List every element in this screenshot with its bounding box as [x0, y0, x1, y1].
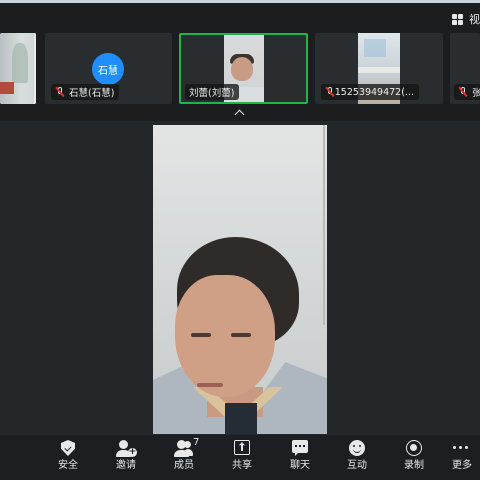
collapse-strip-chevron-up-icon[interactable]	[233, 108, 247, 118]
record-button[interactable]: 录制	[386, 439, 442, 479]
participant-name: 张	[472, 88, 480, 99]
participant-video	[0, 33, 36, 104]
top-bar: 视	[0, 3, 480, 31]
participant-tile-5[interactable]: 张	[450, 33, 480, 104]
view-layout-label: 视	[469, 13, 480, 26]
grid-view-icon	[452, 13, 463, 25]
mic-muted-icon	[325, 86, 335, 98]
meeting-toolbar: 安全 + 邀请 7 成员 共享 聊天 互动 录制 更多	[0, 435, 480, 480]
members-count: 7	[193, 437, 200, 448]
share-button[interactable]: 共享	[214, 439, 270, 479]
participant-name: 石慧(石慧)	[69, 88, 115, 99]
users-icon: 7	[174, 437, 199, 457]
view-layout-button[interactable]: 视	[452, 10, 480, 28]
main-speaker-video	[153, 125, 327, 434]
interact-button[interactable]: 互动	[329, 439, 385, 479]
record-label: 录制	[404, 460, 424, 471]
participant-name-tag: 刘蕾(刘蕾)	[185, 84, 240, 100]
mic-muted-icon	[458, 86, 468, 98]
security-label: 安全	[58, 460, 78, 471]
shield-icon	[58, 439, 78, 457]
smile-icon	[347, 439, 367, 457]
record-icon	[404, 439, 424, 457]
interact-label: 互动	[347, 460, 367, 471]
chat-icon	[290, 439, 310, 457]
participant-name-tag: 张	[454, 84, 480, 100]
members-label: 成员	[174, 460, 194, 471]
avatar: 石慧	[92, 53, 124, 85]
more-icon	[452, 439, 472, 457]
main-stage	[0, 121, 480, 435]
participant-tile-4[interactable]: 15253949472(...	[315, 33, 443, 104]
more-label: 更多	[452, 460, 472, 471]
participant-tile-2[interactable]: 石慧 石慧(石慧)	[45, 33, 172, 104]
participant-tile-1[interactable]	[0, 33, 36, 104]
meeting-window: 视 石慧 石慧(石慧) 刘蕾(刘蕾) 15253949472(... 张 安全 …	[0, 0, 480, 480]
participant-strip: 石慧 石慧(石慧) 刘蕾(刘蕾) 15253949472(... 张	[0, 31, 480, 106]
chat-button[interactable]: 聊天	[272, 439, 328, 479]
more-button[interactable]: 更多	[444, 439, 480, 479]
mic-muted-icon	[55, 86, 65, 98]
participant-name: 15253949472(...	[334, 86, 414, 98]
participant-tile-active-speaker[interactable]: 刘蕾(刘蕾)	[179, 33, 308, 104]
security-button[interactable]: 安全	[40, 439, 96, 479]
share-screen-icon	[232, 439, 252, 457]
members-button[interactable]: 7 成员	[156, 437, 212, 479]
share-label: 共享	[232, 460, 252, 471]
participant-name-tag: 15253949472(...	[321, 84, 419, 100]
add-user-icon: +	[116, 439, 137, 457]
invite-label: 邀请	[116, 460, 136, 471]
chat-label: 聊天	[290, 460, 310, 471]
participant-name-tag: 石慧(石慧)	[51, 84, 120, 100]
participant-name: 刘蕾(刘蕾)	[189, 88, 235, 99]
invite-button[interactable]: + 邀请	[98, 439, 154, 479]
